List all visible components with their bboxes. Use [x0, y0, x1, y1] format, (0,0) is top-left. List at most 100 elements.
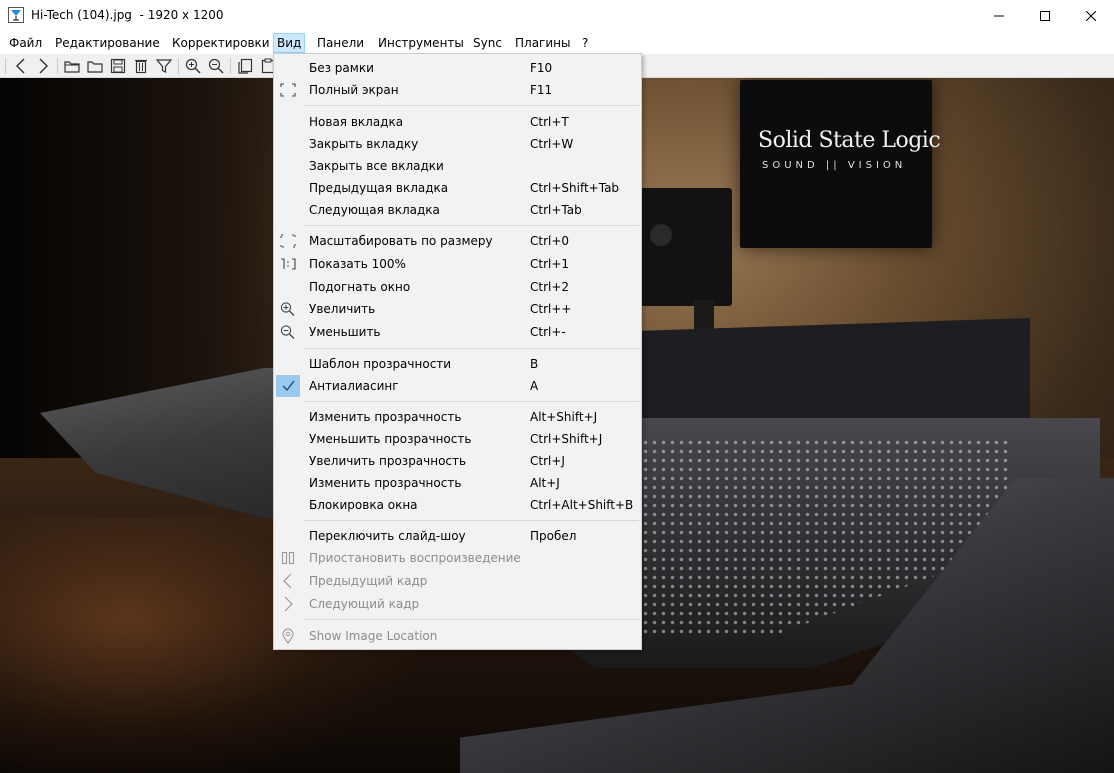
menu-item-pause-playback[interactable]: Приостановить воспроизведение: [276, 547, 639, 569]
menu-item-fit-to-size[interactable]: Масштабировать по размеру Ctrl+0: [276, 230, 639, 252]
menu-item-label: Следующая вкладка: [309, 203, 440, 217]
menu-item-label: Показать 100%: [309, 257, 406, 271]
menu-item-label: Новая вкладка: [309, 115, 404, 129]
save-icon[interactable]: [109, 57, 127, 75]
menu-item-change-opacity[interactable]: Изменить прозрачность Alt+Shift+J: [276, 406, 639, 428]
menu-item-transparency-pattern[interactable]: Шаблон прозрачности B: [276, 353, 639, 375]
menu-bar: Файл Редактирование Корректировки Вид Па…: [0, 32, 1114, 54]
checkmark-icon: [279, 378, 297, 394]
location-pin-icon: [279, 628, 297, 644]
app-icon[interactable]: [8, 7, 24, 23]
menu-item-fit-window[interactable]: Подогнать окно Ctrl+2: [276, 276, 639, 298]
photo-speaker: [640, 188, 732, 306]
delete-icon[interactable]: [132, 57, 150, 75]
menu-item-close-tab[interactable]: Закрыть вкладку Ctrl+W: [276, 133, 639, 155]
photo-speaker-stand: [694, 300, 714, 330]
menu-item-close-all-tabs[interactable]: Закрыть все вкладки: [276, 155, 639, 177]
menu-item-new-tab[interactable]: Новая вкладка Ctrl+T: [276, 111, 639, 133]
menu-item-decrease-opacity[interactable]: Уменьшить прозрачность Ctrl+Shift+J: [276, 428, 639, 450]
menu-item-increase-opacity[interactable]: Увеличить прозрачность Ctrl+J: [276, 450, 639, 472]
menu-item-shortcut: A: [530, 379, 539, 393]
menu-help[interactable]: ?: [578, 33, 592, 53]
menu-item-label: Уменьшить прозрачность: [309, 432, 472, 446]
menu-item-label: Изменить прозрачность: [309, 476, 462, 490]
menu-item-fullscreen[interactable]: Полный экран F11: [276, 79, 639, 101]
menu-item-shortcut: Ctrl+Alt+Shift+B: [530, 498, 634, 512]
menu-item-show-image-location[interactable]: Show Image Location: [276, 625, 639, 647]
menu-item-shortcut: Пробел: [530, 529, 577, 543]
menu-file[interactable]: Файл: [5, 33, 46, 53]
window-title: Hi-Tech (104).jpg - 1920 x 1200: [31, 8, 224, 22]
menu-edit[interactable]: Редактирование: [51, 33, 164, 53]
open-folder-icon[interactable]: [86, 57, 104, 75]
menu-item-label: Уменьшить: [309, 325, 381, 339]
menu-item-label: Show Image Location: [309, 629, 438, 643]
menu-item-shortcut: Alt+Shift+J: [530, 410, 598, 424]
menu-separator: [304, 225, 639, 226]
pause-icon: [279, 550, 297, 566]
menu-item-actual-size[interactable]: Показать 100% Ctrl+1: [276, 253, 639, 275]
filter-icon[interactable]: [155, 57, 173, 75]
menu-item-next-tab[interactable]: Следующая вкладка Ctrl+Tab: [276, 199, 639, 221]
menu-item-lock-window[interactable]: Блокировка окна Ctrl+Alt+Shift+B: [276, 494, 639, 516]
toolbar-separator: [5, 58, 6, 74]
fullscreen-icon: [279, 82, 297, 98]
sign-title: Solid State Logic: [758, 128, 941, 153]
menu-item-change-opacity-alt[interactable]: Изменить прозрачность Alt+J: [276, 472, 639, 494]
zoom-out-icon[interactable]: [207, 57, 225, 75]
menu-separator: [304, 348, 639, 349]
menu-item-shortcut: Ctrl+-: [530, 325, 566, 339]
menu-item-shortcut: Alt+J: [530, 476, 560, 490]
zoom-in-icon: [279, 301, 297, 317]
back-icon[interactable]: [12, 57, 30, 75]
menu-item-shortcut: Ctrl+W: [530, 137, 574, 151]
menu-item-previous-frame[interactable]: Предыдущий кадр: [276, 570, 639, 592]
fit-icon: [279, 233, 297, 249]
chevron-left-icon: [279, 573, 297, 589]
menu-item-shortcut: Ctrl+Tab: [530, 203, 582, 217]
menu-item-label: Предыдущая вкладка: [309, 181, 449, 195]
menu-separator: [304, 105, 639, 106]
actual-size-icon: [279, 256, 297, 272]
copy-icon[interactable]: [236, 57, 254, 75]
menu-plugins[interactable]: Плагины: [511, 33, 574, 53]
menu-item-antialiasing[interactable]: Антиалиасинг A: [276, 375, 639, 397]
maximize-icon: [1040, 11, 1050, 21]
menu-item-label: Изменить прозрачность: [309, 410, 462, 424]
menu-item-label: Увеличить: [309, 302, 376, 316]
menu-item-label: Шаблон прозрачности: [309, 357, 452, 371]
menu-panels[interactable]: Панели: [313, 33, 368, 53]
menu-item-zoom-out[interactable]: Уменьшить Ctrl+-: [276, 321, 639, 343]
open-file-icon[interactable]: [63, 57, 81, 75]
menu-item-label: Подогнать окно: [309, 280, 411, 294]
menu-item-previous-tab[interactable]: Предыдущая вкладка Ctrl+Shift+Tab: [276, 177, 639, 199]
menu-adjustments[interactable]: Корректировки: [168, 33, 274, 53]
minimize-button[interactable]: [976, 0, 1022, 32]
forward-icon[interactable]: [34, 57, 52, 75]
menu-item-label: Блокировка окна: [309, 498, 418, 512]
title-bar: Hi-Tech (104).jpg - 1920 x 1200: [0, 0, 1114, 32]
close-button[interactable]: [1068, 0, 1114, 32]
menu-item-borderless[interactable]: Без рамки F10: [276, 57, 639, 79]
menu-item-shortcut: F11: [530, 83, 553, 97]
sign-subtitle: SOUND || VISION: [762, 160, 907, 171]
menu-item-label: Без рамки: [309, 61, 374, 75]
photo-ssl-sign: Solid State Logic SOUND || VISION: [740, 80, 941, 248]
menu-item-zoom-in[interactable]: Увеличить Ctrl++: [276, 298, 639, 320]
menu-item-label: Полный экран: [309, 83, 399, 97]
menu-view[interactable]: Вид: [273, 33, 306, 53]
menu-item-next-frame[interactable]: Следующий кадр: [276, 593, 639, 615]
zoom-in-icon[interactable]: [184, 57, 202, 75]
menu-item-toggle-slideshow[interactable]: Переключить слайд-шоу Пробел: [276, 525, 639, 547]
menu-item-shortcut: F10: [530, 61, 553, 75]
menu-tools[interactable]: Инструменты: [374, 33, 468, 53]
toolbar-separator: [178, 58, 179, 74]
menu-item-label: Закрыть вкладку: [309, 137, 419, 151]
toolbar-separator: [230, 58, 231, 74]
menu-item-shortcut: Ctrl+0: [530, 234, 570, 248]
menu-sync[interactable]: Sync: [469, 33, 506, 53]
menu-item-shortcut: Ctrl+2: [530, 280, 570, 294]
maximize-button[interactable]: [1022, 0, 1068, 32]
menu-item-shortcut: Ctrl++: [530, 302, 572, 316]
menu-item-label: Следующий кадр: [309, 597, 420, 611]
